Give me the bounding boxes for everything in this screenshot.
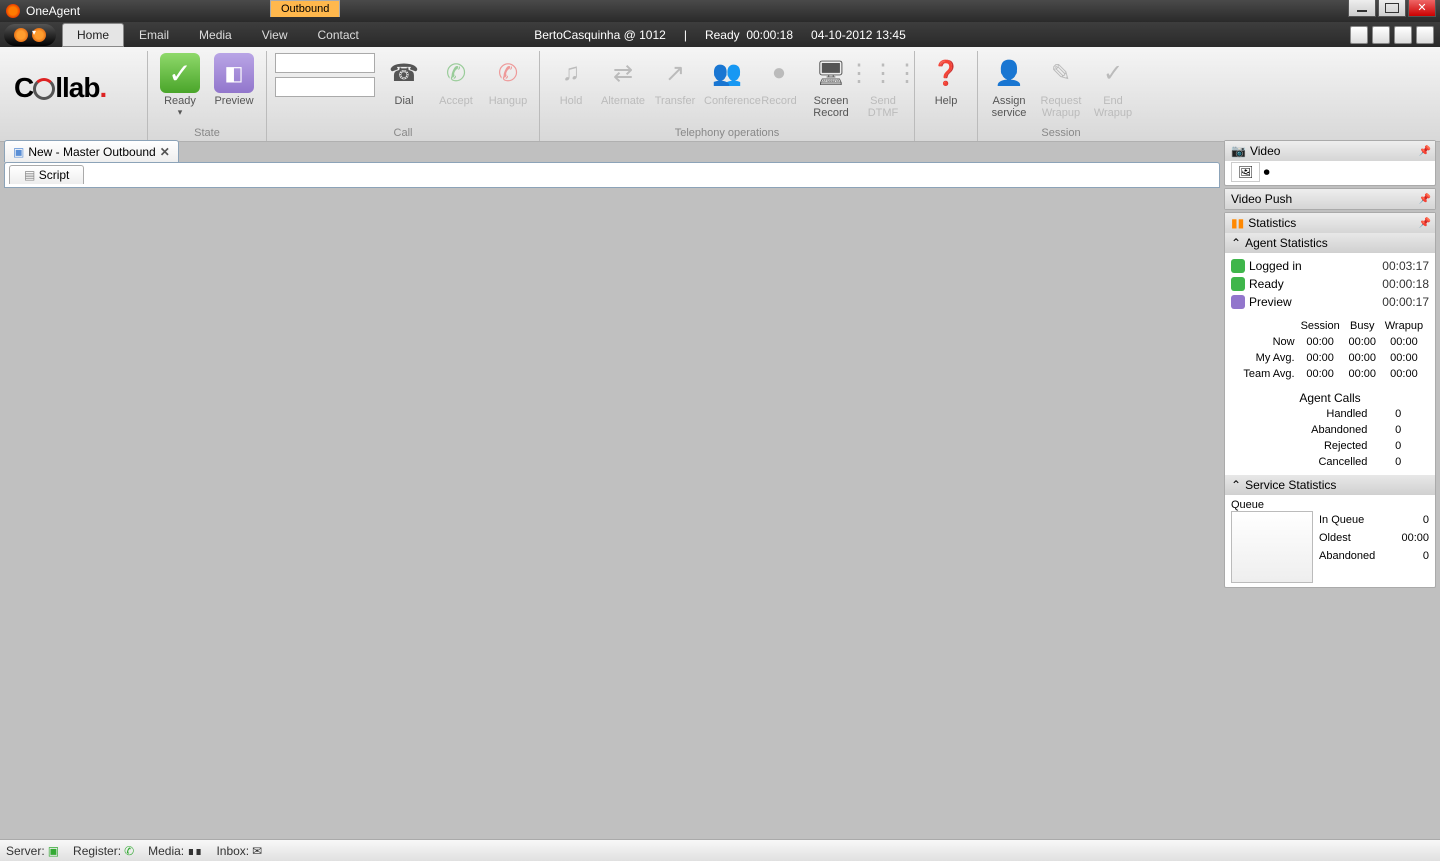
status-center: BertoCasquinha @ 1012 | Ready 00:00:18 0… [534, 28, 906, 42]
stats-header[interactable]: ▮▮Statistics📌 [1225, 213, 1435, 233]
preview-button[interactable]: ◧Preview [210, 53, 258, 107]
dial-button[interactable]: ☎Dial [381, 53, 427, 107]
agent-stats-header[interactable]: ⌃Agent Statistics [1225, 233, 1435, 253]
toolbar-icon-3[interactable] [1394, 26, 1412, 44]
tab-email[interactable]: Email [124, 23, 184, 47]
ribbon: Cllab. ✓Ready ◧Preview State ☎Dial ✆Acce… [0, 47, 1440, 142]
tab-view[interactable]: View [247, 23, 303, 47]
dial-input-1[interactable] [275, 53, 375, 73]
window-minimize-button[interactable] [1348, 0, 1376, 17]
hold-button[interactable]: ♫Hold [548, 53, 594, 107]
folder-icon: ▣ [13, 145, 24, 159]
accept-button[interactable]: ✆Accept [433, 53, 479, 107]
document-tab[interactable]: ▣ New - Master Outbound ✕ [4, 140, 179, 162]
queue-chart [1231, 511, 1313, 583]
phone-accept-icon: ✆ [436, 53, 476, 93]
record-button[interactable]: ●Record [756, 53, 802, 107]
media-status-icon: ∎∎ [187, 844, 202, 858]
status-dot-icon [1231, 295, 1245, 309]
side-panel: 📷Video📌 🖼 ⏺ Video Push📌 ▮▮Statistics📌 ⌃A… [1224, 140, 1436, 835]
menu-bar: ▾ Home Email Media View Contact BertoCas… [0, 22, 1440, 47]
alternate-icon: ⇄ [603, 53, 643, 93]
app-logo-icon [6, 4, 20, 18]
script-icon: ▤ [24, 168, 35, 182]
chevron-icon: ⌃ [1231, 236, 1241, 250]
pin-icon[interactable]: 📌 [1419, 218, 1431, 229]
outbound-tag[interactable]: Outbound [270, 0, 340, 17]
app-menu-button[interactable]: ▾ [4, 24, 56, 46]
phone-hangup-icon: ✆ [488, 53, 528, 93]
conference-button[interactable]: 👥Conference [704, 53, 750, 107]
tab-media[interactable]: Media [184, 23, 247, 47]
window-titlebar: OneAgent Outbound [0, 0, 1440, 22]
status-state: Ready [705, 28, 740, 42]
help-icon: ❓ [926, 53, 966, 93]
alternate-button[interactable]: ⇄Alternate [600, 53, 646, 107]
phone-status-icon: ✆ [124, 844, 134, 858]
screen-record-icon: 🖥 [811, 53, 851, 93]
videopush-header[interactable]: Video Push📌 [1225, 189, 1435, 209]
request-wrapup-icon: ✎ [1041, 53, 1081, 93]
status-datetime: 04-10-2012 13:45 [811, 28, 906, 42]
dial-input-2[interactable] [275, 77, 375, 97]
pin-icon[interactable]: 📌 [1419, 194, 1431, 205]
conference-icon: 👥 [707, 53, 747, 93]
server-status-icon: ▣ [48, 844, 59, 858]
camera-icon: 📷 [1231, 144, 1246, 158]
help-button[interactable]: ❓Help [923, 53, 969, 107]
status-dot-icon [1231, 259, 1245, 273]
toolbar-icon-2[interactable] [1372, 26, 1390, 44]
ribbon-tabs: Home Email Media View Contact [62, 23, 374, 47]
toolbar-icon-1[interactable] [1350, 26, 1368, 44]
video-thumb-icon: 🖼 [1231, 162, 1260, 182]
end-wrapup-button[interactable]: ✓End Wrapup [1090, 53, 1136, 119]
status-dot-icon [1231, 277, 1245, 291]
video-header[interactable]: 📷Video📌 [1225, 141, 1435, 161]
brand-logo: Cllab. [14, 72, 106, 104]
hold-icon: ♫ [551, 53, 591, 93]
record-icon: ● [759, 53, 799, 93]
inbox-icon: ✉ [252, 844, 262, 858]
dialpad-icon: ⋮⋮⋮ [863, 53, 903, 93]
chevron-icon: ⌃ [1231, 478, 1241, 492]
window-title: OneAgent [26, 4, 80, 18]
help-icon[interactable] [1416, 26, 1434, 44]
close-tab-icon[interactable]: ✕ [160, 145, 170, 159]
tab-home[interactable]: Home [62, 23, 124, 47]
ready-button[interactable]: ✓Ready [156, 53, 204, 118]
hangup-button[interactable]: ✆Hangup [485, 53, 531, 107]
assign-service-button[interactable]: 👤Assign service [986, 53, 1032, 119]
pin-icon[interactable]: 📌 [1419, 146, 1431, 157]
bottom-statusbar: Server:▣ Register:✆ Media:∎∎ Inbox:✉ [0, 839, 1440, 861]
assign-icon: 👤 [989, 53, 1029, 93]
status-user: BertoCasquinha @ 1012 [534, 28, 666, 42]
status-timer: 00:00:18 [746, 28, 793, 42]
webcam-icon: ⏺ [1264, 165, 1270, 179]
dial-icon: ☎ [384, 53, 424, 93]
end-wrapup-icon: ✓ [1093, 53, 1133, 93]
tab-contact[interactable]: Contact [303, 23, 374, 47]
window-close-button[interactable] [1408, 0, 1436, 17]
transfer-icon: ↗ [655, 53, 695, 93]
chart-icon: ▮▮ [1231, 216, 1244, 230]
window-maximize-button[interactable] [1378, 0, 1406, 17]
transfer-button[interactable]: ↗Transfer [652, 53, 698, 107]
script-tab[interactable]: ▤ Script [9, 165, 84, 184]
service-stats-header[interactable]: ⌃Service Statistics [1225, 475, 1435, 495]
send-dtmf-button[interactable]: ⋮⋮⋮Send DTMF [860, 53, 906, 119]
request-wrapup-button[interactable]: ✎Request Wrapup [1038, 53, 1084, 119]
